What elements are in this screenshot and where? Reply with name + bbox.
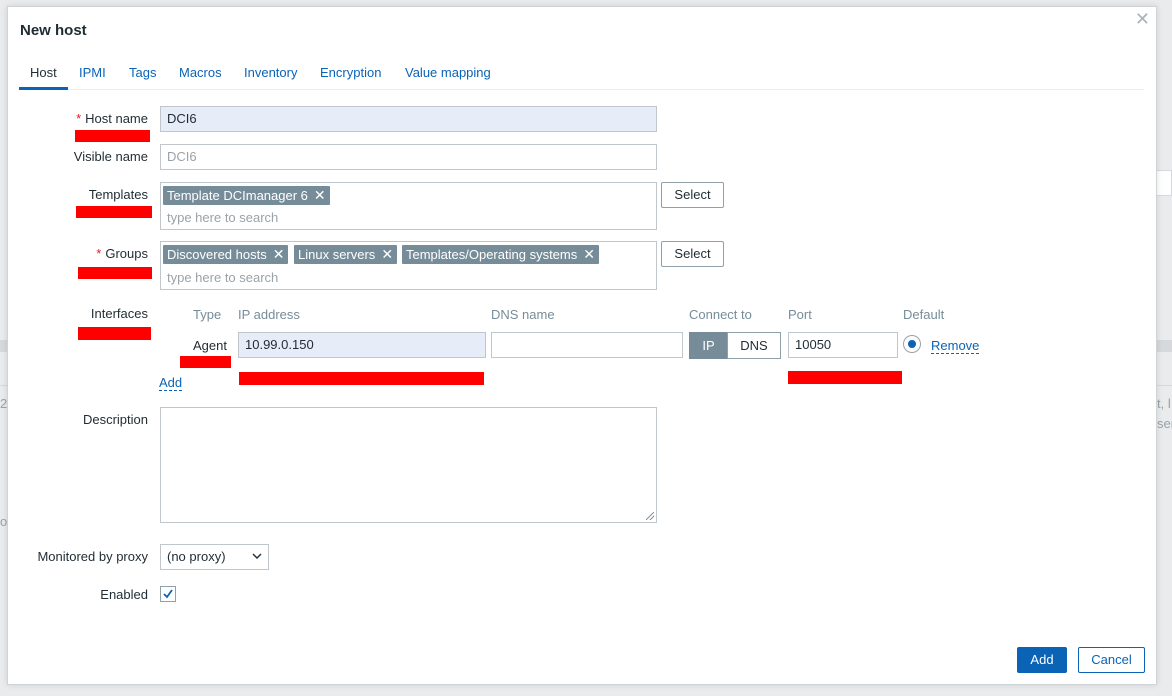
templates-search-input[interactable]: type here to search bbox=[167, 210, 278, 225]
chevron-down-icon bbox=[252, 553, 262, 559]
add-button[interactable]: Add bbox=[1017, 647, 1067, 673]
group-chip: Linux servers ✕ bbox=[294, 245, 398, 264]
description-label: Description bbox=[82, 412, 148, 427]
default-interface-radio[interactable] bbox=[903, 335, 921, 353]
proxy-label: Monitored by proxy bbox=[37, 549, 148, 564]
redaction-bar bbox=[788, 371, 902, 384]
tab-host[interactable]: Host bbox=[30, 65, 57, 80]
interface-dns-input[interactable] bbox=[491, 332, 683, 358]
groups-select-button[interactable]: Select bbox=[661, 241, 724, 267]
new-host-dialog: New host ✕ Host IPMI Tags Macros Invento… bbox=[7, 6, 1157, 685]
interface-type-header: Type bbox=[193, 307, 222, 322]
close-icon[interactable]: ✕ bbox=[1135, 9, 1150, 29]
groups-label: * Groups bbox=[96, 246, 148, 261]
redaction-bar bbox=[78, 267, 152, 279]
dialog-title: New host bbox=[20, 22, 87, 39]
remove-chip-icon[interactable]: ✕ bbox=[273, 245, 285, 264]
background-divider bbox=[1156, 340, 1172, 352]
tab-value-mapping[interactable]: Value mapping bbox=[405, 65, 491, 80]
redaction-bar bbox=[180, 356, 231, 368]
background-text: ser bbox=[1157, 416, 1172, 431]
groups-multiselect[interactable]: Discovered hosts ✕ Linux servers ✕ Templat… bbox=[160, 241, 657, 290]
templates-label: Templates bbox=[88, 187, 148, 202]
interface-default-header: Default bbox=[903, 307, 945, 322]
interfaces-label: Interfaces bbox=[90, 306, 148, 321]
interface-ip-input[interactable]: 10.99.0.150 bbox=[238, 332, 486, 358]
interface-dns-header: DNS name bbox=[491, 307, 555, 322]
tab-macros[interactable]: Macros bbox=[179, 65, 222, 80]
background-divider bbox=[0, 385, 7, 386]
interface-port-input[interactable]: 10050 bbox=[788, 332, 898, 358]
redaction-bar bbox=[75, 130, 150, 142]
templates-select-button[interactable]: Select bbox=[661, 182, 724, 208]
interface-type: Agent bbox=[193, 338, 227, 353]
background-text: t, l bbox=[1157, 396, 1171, 411]
redaction-bar bbox=[76, 206, 152, 218]
enabled-label: Enabled bbox=[100, 587, 148, 602]
groups-search-input[interactable]: type here to search bbox=[167, 270, 278, 285]
proxy-select-value: (no proxy) bbox=[167, 549, 226, 564]
remove-chip-icon[interactable]: ✕ bbox=[381, 245, 393, 264]
group-chip: Templates/Operating systems ✕ bbox=[402, 245, 599, 264]
enabled-checkbox[interactable] bbox=[160, 586, 176, 602]
remove-chip-icon[interactable]: ✕ bbox=[583, 245, 595, 264]
resize-grip-icon[interactable] bbox=[646, 512, 654, 520]
interface-port-header: Port bbox=[788, 307, 812, 322]
checkmark-icon bbox=[163, 589, 173, 599]
host-name-label: * Host name bbox=[76, 111, 148, 126]
description-textarea[interactable] bbox=[160, 407, 657, 523]
interface-ip-header: IP address bbox=[238, 307, 300, 322]
tab-bar: Host IPMI Tags Macros Inventory Encrypti… bbox=[19, 59, 1144, 90]
add-interface-link[interactable]: Add bbox=[159, 376, 183, 391]
tab-ipmi[interactable]: IPMI bbox=[79, 65, 106, 80]
templates-multiselect[interactable]: Template DCImanager 6 ✕ type here to sear… bbox=[160, 182, 657, 230]
host-name-input[interactable]: DCI6 bbox=[160, 106, 657, 132]
visible-name-input[interactable]: DCI6 bbox=[160, 144, 657, 170]
active-tab-indicator bbox=[19, 87, 68, 90]
template-chip: Template DCImanager 6 ✕ bbox=[163, 186, 330, 205]
background-panel bbox=[1156, 170, 1172, 196]
remove-interface-link[interactable]: Remove bbox=[931, 339, 980, 354]
remove-chip-icon[interactable]: ✕ bbox=[314, 186, 326, 205]
connect-dns-button[interactable]: DNS bbox=[727, 332, 781, 359]
cancel-button[interactable]: Cancel bbox=[1078, 647, 1145, 673]
tab-inventory[interactable]: Inventory bbox=[244, 65, 297, 80]
background-divider bbox=[1156, 385, 1172, 386]
interface-connect-header: Connect to bbox=[689, 307, 752, 322]
proxy-select[interactable]: (no proxy) bbox=[160, 544, 269, 570]
connect-ip-button[interactable]: IP bbox=[689, 332, 728, 359]
tab-encryption[interactable]: Encryption bbox=[320, 65, 381, 80]
redaction-bar bbox=[78, 327, 151, 340]
group-chip: Discovered hosts ✕ bbox=[163, 245, 289, 264]
redaction-bar bbox=[239, 372, 484, 385]
visible-name-label: Visible name bbox=[73, 149, 148, 164]
background-divider bbox=[0, 340, 7, 352]
tab-tags[interactable]: Tags bbox=[129, 65, 156, 80]
